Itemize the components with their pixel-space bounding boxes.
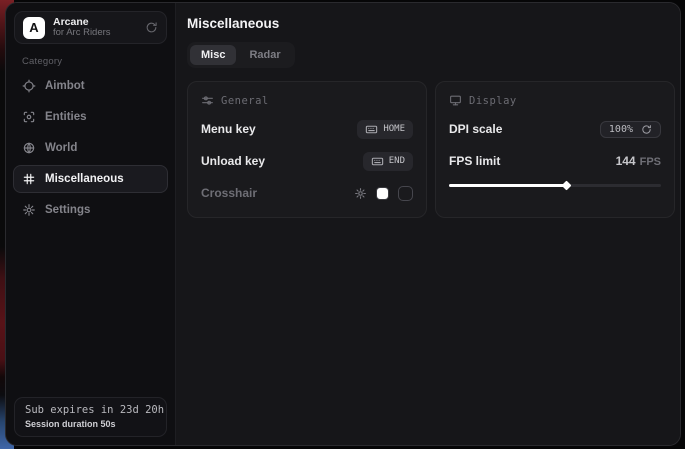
- monitor-icon: [449, 94, 462, 107]
- reset-icon[interactable]: [641, 124, 652, 135]
- crosshair-color-swatch[interactable]: [376, 187, 389, 200]
- sidebar-item-miscellaneous[interactable]: Miscellaneous: [13, 165, 168, 193]
- display-panel: Display DPI scale 100% FPS limit: [435, 81, 675, 218]
- gear-icon: [22, 203, 36, 217]
- menu-key-row: Menu key HOME: [201, 119, 413, 139]
- fps-limit-value: 144: [616, 154, 636, 168]
- app-window: A Arcane for Arc Riders Category Aimbot: [5, 2, 681, 446]
- dpi-scale-row: DPI scale 100%: [449, 119, 661, 139]
- app-subtitle: for Arc Riders: [53, 28, 111, 39]
- main-content: Miscellaneous Misc Radar General: [176, 3, 681, 445]
- sidebar-item-label: Settings: [45, 204, 90, 216]
- unload-key-label: Unload key: [201, 154, 265, 168]
- crosshair-row: Crosshair: [201, 183, 413, 203]
- keyboard-icon: [371, 155, 384, 168]
- page-title: Miscellaneous: [187, 16, 675, 31]
- brand-text: Arcane for Arc Riders: [53, 16, 111, 39]
- tab-radar[interactable]: Radar: [238, 45, 291, 65]
- slider-fill: [449, 184, 566, 187]
- crosshair-checkbox[interactable]: [398, 186, 413, 201]
- sidebar-item-entities[interactable]: Entities: [13, 103, 168, 131]
- general-panel: General Menu key HOME Unload key: [187, 81, 427, 218]
- sidebar-item-label: Miscellaneous: [45, 173, 124, 185]
- sidebar-nav: Aimbot Entities World: [6, 72, 175, 227]
- grid-icon: [22, 172, 36, 186]
- subscription-card: Sub expires in 23d 20h Session duration …: [14, 397, 167, 437]
- globe-icon: [22, 141, 36, 155]
- panels-row: General Menu key HOME Unload key: [187, 81, 675, 218]
- sidebar-item-label: World: [45, 142, 77, 154]
- dpi-scale-label: DPI scale: [449, 122, 502, 136]
- display-panel-header: Display: [449, 94, 661, 107]
- general-panel-header: General: [201, 94, 413, 107]
- dpi-scale-control[interactable]: 100%: [600, 121, 661, 138]
- tab-bar: Misc Radar: [187, 42, 295, 68]
- fps-limit-label: FPS limit: [449, 154, 500, 168]
- fps-limit-row: FPS limit 144 FPS: [449, 151, 661, 171]
- crosshair-settings-gear-icon[interactable]: [354, 187, 367, 200]
- dpi-scale-value: 100%: [609, 124, 633, 135]
- sliders-icon: [201, 94, 214, 107]
- menu-key-label: Menu key: [201, 122, 256, 136]
- fps-limit-unit: FPS: [640, 156, 661, 168]
- crosshair-label: Crosshair: [201, 186, 257, 200]
- general-panel-title: General: [221, 95, 269, 107]
- sub-expires-text: Sub expires in 23d 20h: [25, 404, 156, 416]
- slider-thumb[interactable]: [561, 181, 571, 191]
- brand-card: A Arcane for Arc Riders: [14, 11, 167, 44]
- category-label: Category: [22, 56, 159, 67]
- unload-key-row: Unload key END: [201, 151, 413, 171]
- sidebar-item-aimbot[interactable]: Aimbot: [13, 72, 168, 100]
- menu-key-value: HOME: [383, 124, 405, 134]
- app-logo: A: [23, 17, 45, 39]
- keyboard-icon: [365, 123, 378, 136]
- menu-key-bind-button[interactable]: HOME: [357, 120, 413, 139]
- fps-limit-slider[interactable]: [449, 181, 661, 190]
- unload-key-bind-button[interactable]: END: [363, 152, 413, 171]
- session-duration-text: Session duration 50s: [25, 419, 156, 429]
- unload-key-value: END: [389, 156, 405, 166]
- scan-icon: [22, 110, 36, 124]
- sidebar-item-settings[interactable]: Settings: [13, 196, 168, 224]
- sidebar-item-label: Aimbot: [45, 80, 85, 92]
- refresh-icon[interactable]: [145, 21, 158, 34]
- sidebar-item-label: Entities: [45, 111, 87, 123]
- tab-misc[interactable]: Misc: [190, 45, 236, 65]
- display-panel-title: Display: [469, 95, 517, 107]
- fps-limit-value-wrap: 144 FPS: [616, 154, 661, 168]
- crosshair-icon: [22, 79, 36, 93]
- sidebar-item-world[interactable]: World: [13, 134, 168, 162]
- sidebar: A Arcane for Arc Riders Category Aimbot: [6, 3, 176, 445]
- crosshair-controls: [354, 186, 413, 201]
